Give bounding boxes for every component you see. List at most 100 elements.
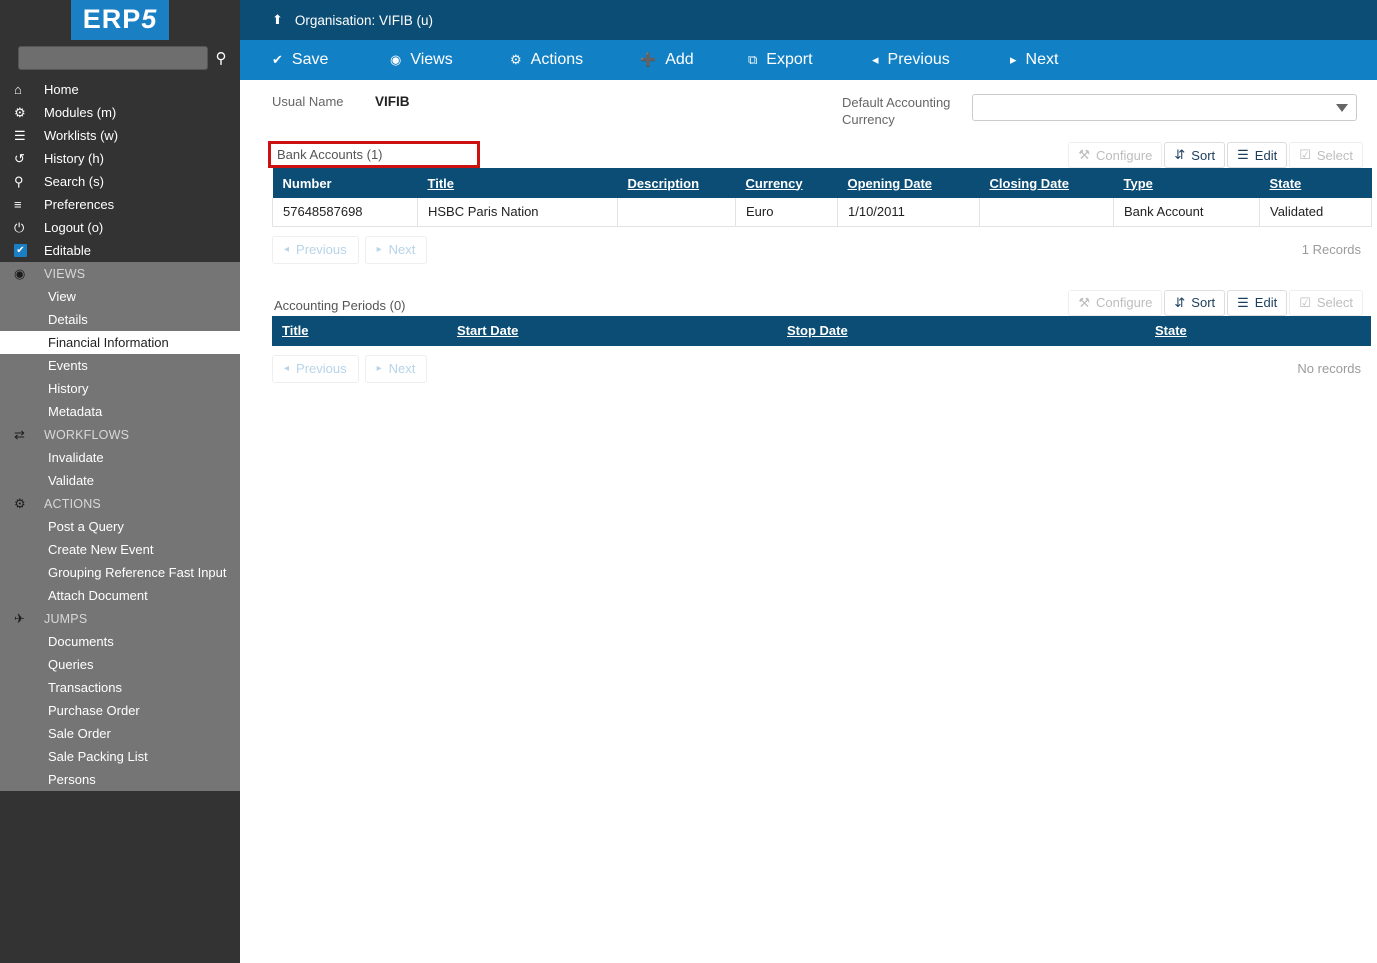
bank-accounts-previous-button: ◂ Previous — [272, 235, 359, 264]
sidebar-item-sale-order[interactable]: Sale Order — [0, 722, 240, 745]
table-cell: Bank Account — [1113, 198, 1260, 227]
bank-accounts-column-header[interactable]: Closing Date — [979, 168, 1114, 198]
accounting-periods-next-button: ▸ Next — [364, 354, 428, 383]
bank-accounts-column-header[interactable]: Type — [1113, 168, 1260, 198]
chevron-down-icon — [1336, 103, 1348, 112]
history-icon: ↺ — [14, 150, 25, 166]
search-icon[interactable]: ⚲ — [208, 45, 234, 71]
sidebar-item-view[interactable]: View — [0, 285, 240, 308]
listbox-tool-label: Sort — [1191, 295, 1216, 310]
bank-accounts-footer: ◂ Previous ▸ Next 1 Records — [272, 227, 1363, 264]
sidebar-item-metadata[interactable]: Metadata — [0, 400, 240, 423]
bank-accounts-pager: ◂ Previous ▸ Next — [272, 235, 433, 264]
toolbar-next-button[interactable]: ▸ Next — [1010, 40, 1058, 80]
accounting-periods-footer: ◂ Previous ▸ Next No records — [272, 346, 1363, 383]
sidebar-item-grouping-reference-fast-input[interactable]: Grouping Reference Fast Input — [0, 561, 240, 584]
sidebar-item-financial-information[interactable]: Financial Information — [0, 331, 240, 354]
sidebar-section-jumps: ✈ JUMPS — [0, 607, 240, 630]
sidebar-item-modules-m[interactable]: ⚙ Modules (m) — [0, 101, 240, 124]
accounting-periods-sort-button[interactable]: ⇵ Sort — [1164, 289, 1226, 316]
accounting-periods-column-header[interactable]: Stop Date — [777, 315, 1145, 346]
pager-button-label: Previous — [296, 361, 347, 376]
accounting-periods-table: Title Start Date Stop Date State — [272, 315, 1371, 346]
pager-button-label: Next — [388, 242, 416, 257]
column-header-label: Currency — [745, 175, 803, 191]
sidebar-item-label: Worklists (w) — [44, 128, 119, 143]
sort-icon: ⇵ — [1174, 147, 1186, 162]
sidebar-item-transactions[interactable]: Transactions — [0, 676, 240, 699]
sidebar: ERP5 ⚲ ⌂ Home ⚙ Modules (m) ☰ Worklists (w) ↺ H… — [0, 0, 240, 963]
sidebar-item-history-h[interactable]: ↺ History (h) — [0, 147, 240, 170]
accounting-periods-column-header[interactable]: State — [1145, 315, 1371, 346]
main-area: ⬆ Organisation: VIFIB (u) Usual Name VIF… — [240, 0, 1377, 963]
sidebar-item-preferences[interactable]: ≡ Preferences — [0, 193, 240, 216]
bank-accounts-table: Number Title Description Currency Opening Da… — [272, 168, 1372, 227]
sidebar-item-documents[interactable]: Documents — [0, 630, 240, 653]
sidebar-item-create-new-event[interactable]: Create New Event — [0, 538, 240, 561]
bank-accounts-column-header[interactable]: Description — [617, 168, 736, 198]
accounting-periods-column-header[interactable]: Title — [272, 315, 447, 346]
toolbar-export-button[interactable]: ⧉ Export — [748, 40, 813, 80]
bank-accounts-column-header[interactable]: Title — [417, 168, 618, 198]
sidebar-item-worklists-w[interactable]: ☰ Worklists (w) — [0, 124, 240, 147]
export-icon: ⧉ — [748, 52, 758, 67]
sidebar-item-logout-o[interactable]: ⏻ Logout (o) — [0, 216, 240, 239]
sidebar-item-events[interactable]: Events — [0, 354, 240, 377]
table-row[interactable]: 57648587698 HSBC Paris Nation Euro 1/10/201… — [272, 198, 1372, 227]
logo-accent: 5 — [141, 4, 158, 34]
arrow-up-icon[interactable]: ⬆ — [272, 12, 283, 28]
table-cell: 57648587698 — [272, 198, 418, 227]
bank-accounts-edit-button[interactable]: ☰ Edit — [1227, 142, 1288, 168]
bank-accounts-record-count: 1 Records — [1301, 242, 1361, 257]
default-accounting-currency-select[interactable] — [972, 94, 1357, 121]
column-header-label: Description — [627, 175, 700, 191]
edit-list-icon: ☰ — [1237, 147, 1249, 162]
toolbar-add-button[interactable]: ➕ Add — [640, 40, 694, 80]
toolbar-views-button[interactable]: ◉ Views — [390, 40, 453, 80]
bank-accounts-column-header[interactable]: Currency — [735, 168, 838, 198]
sidebar-item-validate[interactable]: Validate — [0, 469, 240, 492]
sidebar-section-workflows: ⇄ WORKFLOWS — [0, 423, 240, 446]
accounting-periods-header: Accounting Periods (0) ⚒ Configure ⇵ Sort ☰ E… — [272, 286, 1363, 316]
preferences-icon: ≡ — [14, 197, 22, 212]
workflows-icon: ⇄ — [14, 426, 26, 442]
sidebar-sections: ◉ VIEWS View Details Financial Information Ev… — [0, 262, 240, 791]
accounting-periods-column-header[interactable]: Start Date — [447, 315, 777, 346]
search-input[interactable] — [18, 46, 208, 70]
sidebar-item-queries[interactable]: Queries — [0, 653, 240, 676]
sidebar-item-sale-packing-list[interactable]: Sale Packing List — [0, 745, 240, 768]
sidebar-item-search-s[interactable]: ⚲ Search (s) — [0, 170, 240, 193]
sidebar-item-editable[interactable]: ✔ Editable — [0, 239, 240, 262]
modules-icon: ⚙ — [14, 104, 26, 120]
listbox-tool-label: Configure — [1096, 295, 1153, 310]
toolbar-button-label: Add — [665, 51, 694, 68]
sidebar-item-invalidate[interactable]: Invalidate — [0, 446, 240, 469]
toolbar-save-button[interactable]: ✔ Save — [272, 40, 328, 80]
sidebar-item-post-a-query[interactable]: Post a Query — [0, 515, 240, 538]
sidebar-search-row: ⚲ — [0, 40, 240, 76]
toolbar-actions-button[interactable]: ⚙ Actions — [510, 40, 583, 80]
sidebar-item-purchase-order[interactable]: Purchase Order — [0, 699, 240, 722]
triangle-left-icon: ◂ — [872, 52, 879, 67]
sidebar-item-home[interactable]: ⌂ Home — [0, 78, 240, 101]
sidebar-item-history[interactable]: History — [0, 377, 240, 400]
column-header-label: Opening Date — [847, 175, 933, 191]
eye-icon: ◉ — [14, 265, 26, 281]
bank-accounts-column-header[interactable]: Opening Date — [837, 168, 980, 198]
accounting-periods-edit-button[interactable]: ☰ Edit — [1227, 289, 1288, 316]
bank-accounts-table-body: 57648587698 HSBC Paris Nation Euro 1/10/201… — [272, 198, 1372, 227]
gear-icon: ⚙ — [14, 495, 26, 511]
sidebar-item-attach-document[interactable]: Attach Document — [0, 584, 240, 607]
bank-accounts-sort-button[interactable]: ⇵ Sort — [1164, 142, 1226, 168]
toolbar-previous-button[interactable]: ◂ Previous — [872, 40, 950, 80]
bank-accounts-column-header[interactable]: State — [1259, 168, 1372, 198]
wrench-icon: ⚒ — [1078, 147, 1091, 162]
sidebar-item-details[interactable]: Details — [0, 308, 240, 331]
erp5-logo[interactable]: ERP5 — [70, 0, 170, 40]
sidebar-item-persons[interactable]: Persons — [0, 768, 240, 791]
triangle-right-icon: ▸ — [1010, 52, 1017, 67]
toolbar-button-label: Export — [766, 51, 813, 68]
sidebar-item-label: History (h) — [44, 151, 104, 166]
toolbar-button-label: Save — [291, 51, 329, 68]
accounting-periods-title: Accounting Periods (0) — [274, 297, 406, 313]
